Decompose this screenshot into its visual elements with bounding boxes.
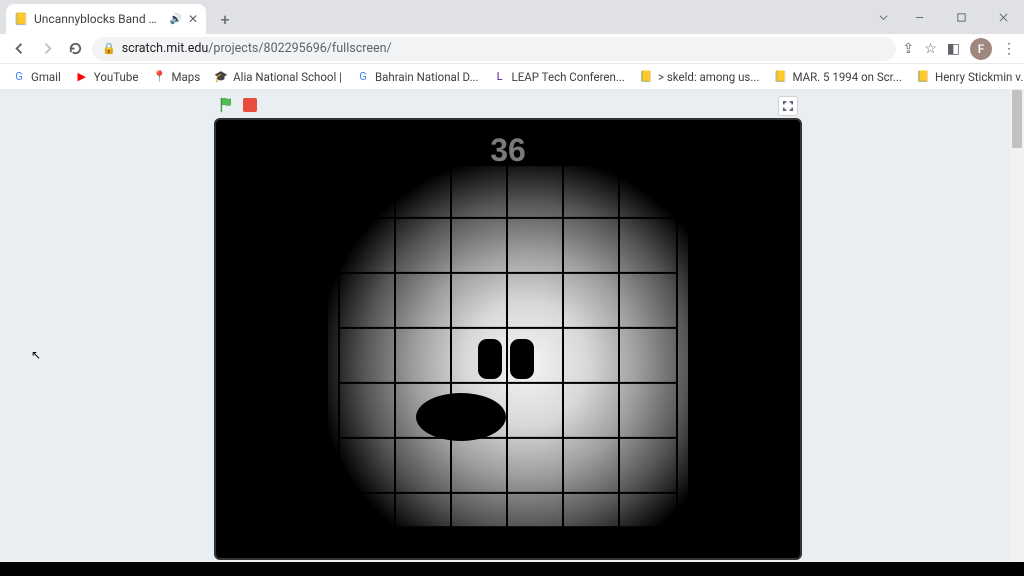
bookmark-label: LEAP Tech Conferen... <box>512 70 625 84</box>
bookmark-label: Gmail <box>31 70 61 84</box>
scrollbar-thumb[interactable] <box>1012 90 1022 148</box>
bookmark-item[interactable]: 🎓 Alia National School | <box>214 70 342 84</box>
bookmark-item[interactable]: G Gmail <box>12 70 61 84</box>
mouse-cursor-icon: ↖ <box>31 348 41 362</box>
stage-counter: 36 <box>490 132 526 169</box>
bookmark-item[interactable]: G Bahrain National D... <box>356 70 479 84</box>
bookmark-label: Henry Stickmin v. 0... <box>935 70 1024 84</box>
stop-button[interactable] <box>243 98 257 112</box>
extensions-icon[interactable]: ◧ <box>947 41 960 57</box>
face-mouth <box>416 393 506 441</box>
bookmark-star-icon[interactable]: ☆ <box>924 41 937 57</box>
bookmark-favicon-icon: ▶ <box>75 70 89 84</box>
forward-button[interactable] <box>36 38 58 60</box>
window-controls <box>868 0 1024 34</box>
stage-grid <box>338 162 678 547</box>
exit-fullscreen-button[interactable] <box>778 96 798 116</box>
speaker-icon[interactable]: 🔊 <box>169 14 181 25</box>
bookmark-favicon-icon: 🎓 <box>214 70 228 84</box>
tab-favicon-icon: 📒 <box>14 12 28 26</box>
profile-avatar[interactable]: F <box>970 38 992 60</box>
close-window-button[interactable] <box>982 0 1024 34</box>
bookmark-item[interactable]: 📒 > skeld: among us... <box>639 70 759 84</box>
lock-icon: 🔒 <box>102 42 116 55</box>
bookmark-label: Maps <box>171 70 200 84</box>
bookmarks-bar: G Gmail ▶ YouTube 📍 Maps 🎓 Alia National School… <box>0 64 1024 90</box>
vertical-scrollbar[interactable] <box>1010 90 1024 576</box>
bookmark-item[interactable]: 📒 Henry Stickmin v. 0... <box>916 70 1024 84</box>
scratch-player-area: 36 ↖ <box>0 90 1024 576</box>
new-tab-button[interactable]: + <box>212 6 238 32</box>
bookmark-item[interactable]: 📒 MAR. 5 1994 on Scr... <box>773 70 902 84</box>
back-button[interactable] <box>8 38 30 60</box>
bookmark-item[interactable]: 📍 Maps <box>152 70 200 84</box>
url-text: scratch.mit.edu/projects/802295696/fulls… <box>122 41 392 56</box>
page-bottom-bar <box>0 562 1024 576</box>
close-tab-icon[interactable]: ✕ <box>188 12 198 26</box>
reload-button[interactable] <box>64 38 86 60</box>
bookmark-item[interactable]: ▶ YouTube <box>75 70 139 84</box>
bookmark-label: > skeld: among us... <box>658 70 759 84</box>
bookmark-favicon-icon: 📒 <box>639 70 653 84</box>
scratch-stage[interactable]: 36 <box>214 118 802 560</box>
bookmark-favicon-icon: 📒 <box>916 70 930 84</box>
minimize-button[interactable] <box>898 0 940 34</box>
stage-content: 36 <box>216 120 800 558</box>
tab-title: Uncannyblocks Band Remas <box>34 12 163 26</box>
bookmark-label: YouTube <box>94 70 139 84</box>
tab-bar: 📒 Uncannyblocks Band Remas 🔊 ✕ + <box>0 0 1024 34</box>
bookmark-favicon-icon: L <box>493 70 507 84</box>
bookmark-favicon-icon: G <box>12 70 26 84</box>
bookmark-favicon-icon: G <box>356 70 370 84</box>
browser-tab[interactable]: 📒 Uncannyblocks Band Remas 🔊 ✕ <box>6 4 206 34</box>
share-icon[interactable]: ⇪ <box>902 41 914 57</box>
menu-icon[interactable]: ⋮ <box>1002 41 1016 57</box>
bookmark-label: Alia National School | <box>233 70 342 84</box>
url-input[interactable]: 🔒 scratch.mit.edu/projects/802295696/ful… <box>92 37 896 61</box>
bookmark-label: Bahrain National D... <box>375 70 479 84</box>
bookmark-favicon-icon: 📒 <box>773 70 787 84</box>
maximize-button[interactable] <box>940 0 982 34</box>
address-bar: 🔒 scratch.mit.edu/projects/802295696/ful… <box>0 34 1024 64</box>
bookmark-favicon-icon: 📍 <box>152 70 166 84</box>
green-flag-button[interactable] <box>218 96 236 114</box>
face-eye-left <box>478 339 502 379</box>
chevron-down-icon[interactable] <box>868 0 898 34</box>
bookmark-label: MAR. 5 1994 on Scr... <box>792 70 902 84</box>
face-eye-right <box>510 339 534 379</box>
bookmark-item[interactable]: L LEAP Tech Conferen... <box>493 70 625 84</box>
